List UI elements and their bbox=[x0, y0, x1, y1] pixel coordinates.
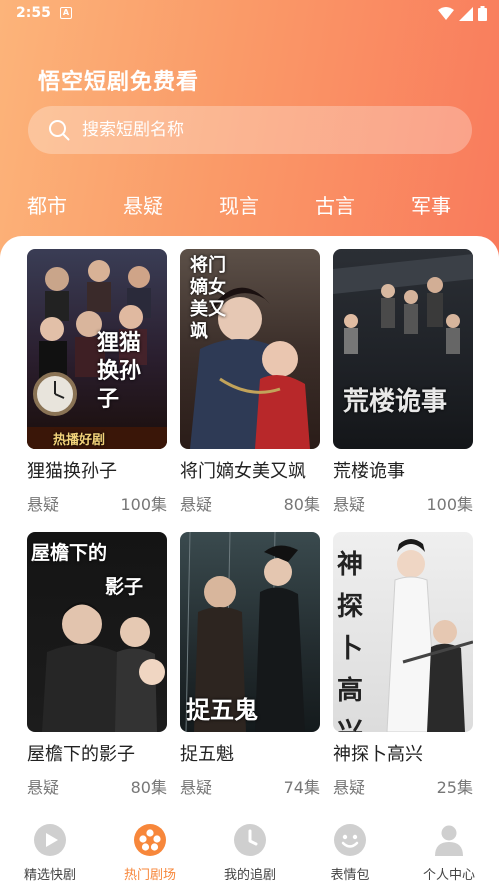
status-icons bbox=[438, 6, 487, 21]
drama-episodes: 80集 bbox=[283, 495, 320, 514]
cover-title-art: 荒楼诡事 bbox=[343, 387, 448, 417]
drama-cover[interactable]: 屋檐下的 影子 bbox=[27, 532, 167, 732]
app-title: 悟空短剧免费看 bbox=[38, 70, 200, 95]
play-circle-icon bbox=[34, 824, 66, 856]
drama-episodes: 25集 bbox=[436, 778, 473, 797]
cover-art bbox=[333, 254, 473, 354]
nav-label: 热门剧场 bbox=[123, 868, 176, 883]
notification-icon: A bbox=[60, 7, 72, 19]
tab-xianyan[interactable]: 现言 bbox=[219, 190, 259, 219]
drama-title: 荒楼诡事 bbox=[333, 461, 405, 482]
tab-junshi[interactable]: 军事 bbox=[411, 190, 451, 219]
drama-genre: 悬疑 bbox=[27, 495, 60, 514]
search-input[interactable] bbox=[82, 120, 442, 140]
drama-card[interactable]: 屋檐下的 影子 屋檐下的影子 悬疑 80集 bbox=[27, 532, 167, 802]
nav-label: 精选快剧 bbox=[23, 868, 76, 883]
drama-title: 捉五魁 bbox=[180, 744, 234, 765]
clock-icon bbox=[234, 824, 266, 856]
cover-title-art-2: 影子 bbox=[105, 576, 144, 598]
drama-episodes: 74集 bbox=[283, 778, 320, 797]
drama-genre: 悬疑 bbox=[333, 495, 366, 514]
status-time: 2:55 bbox=[16, 5, 51, 21]
drama-title: 屋檐下的影子 bbox=[27, 744, 135, 765]
drama-card[interactable]: 将门嫡女美又飒 将门嫡女美又飒 悬疑 80集 bbox=[180, 249, 320, 519]
drama-title: 狸猫换孙子 bbox=[27, 461, 117, 482]
drama-episodes: 100集 bbox=[120, 495, 167, 514]
nav-profile[interactable]: 个人中心 bbox=[399, 824, 499, 883]
drama-cover[interactable]: 荒楼诡事 bbox=[333, 249, 473, 449]
drama-episodes: 100集 bbox=[426, 495, 473, 514]
cover-title-art: 神探卜高兴 bbox=[337, 550, 364, 732]
drama-episodes: 80集 bbox=[130, 778, 167, 797]
nav-featured[interactable]: 精选快剧 bbox=[0, 824, 100, 883]
search-icon bbox=[49, 120, 70, 141]
drama-genre: 悬疑 bbox=[180, 778, 213, 797]
cover-title-art: 将门嫡女美又飒 bbox=[190, 255, 226, 342]
person-icon bbox=[435, 825, 463, 856]
search-bar[interactable] bbox=[28, 106, 472, 154]
drama-title: 神探卜高兴 bbox=[333, 744, 423, 765]
tab-dushi[interactable]: 都市 bbox=[27, 190, 67, 219]
drama-cover[interactable]: 捉五鬼 bbox=[180, 532, 320, 732]
nav-label: 我的追剧 bbox=[223, 868, 276, 883]
drama-card[interactable]: 捉五鬼 捉五魁 悬疑 74集 bbox=[180, 532, 320, 802]
cover-title-art: 捉五鬼 bbox=[186, 695, 258, 724]
signal-icon bbox=[459, 6, 473, 21]
drama-genre: 悬疑 bbox=[180, 495, 213, 514]
drama-title: 将门嫡女美又飒 bbox=[180, 461, 306, 482]
cover-title-art: 屋檐下的 bbox=[31, 542, 108, 564]
drama-genre: 悬疑 bbox=[27, 778, 60, 797]
category-tabs: 都市 悬疑 现言 古言 军事 bbox=[0, 190, 499, 224]
battery-icon bbox=[478, 6, 487, 21]
drama-card[interactable]: 神探卜高兴 神探卜高兴 悬疑 25集 bbox=[333, 532, 473, 802]
cover-title-art: 狸猫换孙子 bbox=[97, 330, 142, 412]
tab-guyan[interactable]: 古言 bbox=[315, 190, 355, 219]
film-reel-icon bbox=[134, 824, 166, 856]
bottom-nav: 精选快剧 热门剧场 我的追剧 表情包 个人中心 bbox=[0, 816, 499, 888]
nav-my-follow[interactable]: 我的追剧 bbox=[200, 824, 300, 883]
drama-grid: 狸猫换孙子 热播好剧 狸猫换孙子 悬疑 100集 将门嫡女美又飒 将门嫡女美又飒… bbox=[0, 236, 499, 816]
drama-cover[interactable]: 将门嫡女美又飒 bbox=[180, 249, 320, 449]
drama-genre: 悬疑 bbox=[333, 778, 366, 797]
wifi-icon bbox=[438, 6, 454, 20]
status-bar: 2:55 A bbox=[0, 0, 499, 28]
drama-cover[interactable]: 神探卜高兴 bbox=[333, 532, 473, 732]
cover-tag: 热播好剧 bbox=[53, 433, 106, 448]
drama-card[interactable]: 荒楼诡事 荒楼诡事 悬疑 100集 bbox=[333, 249, 473, 519]
tab-xuanyi[interactable]: 悬疑 bbox=[123, 190, 163, 219]
nav-label: 表情包 bbox=[330, 868, 370, 883]
drama-card[interactable]: 狸猫换孙子 热播好剧 狸猫换孙子 悬疑 100集 bbox=[27, 249, 167, 519]
nav-label: 个人中心 bbox=[422, 868, 475, 883]
nav-hot-theater[interactable]: 热门剧场 bbox=[100, 824, 200, 883]
drama-cover[interactable]: 狸猫换孙子 热播好剧 bbox=[27, 249, 167, 449]
nav-stickers[interactable]: 表情包 bbox=[300, 824, 400, 883]
smiley-icon bbox=[334, 824, 366, 856]
